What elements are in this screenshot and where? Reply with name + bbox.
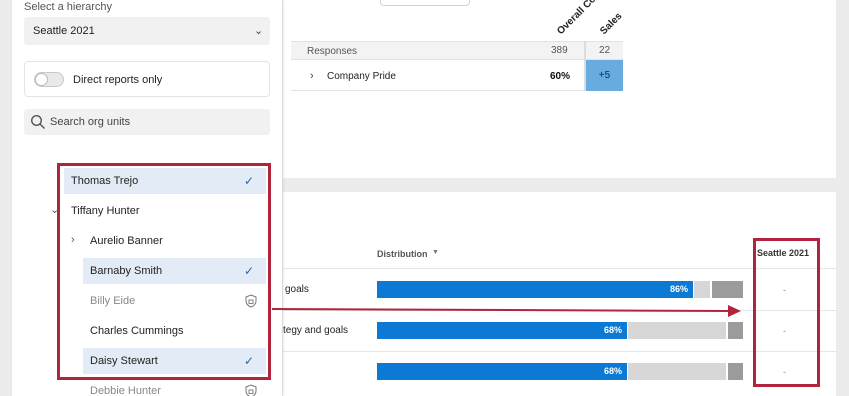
annotation-arrow <box>271 305 741 317</box>
